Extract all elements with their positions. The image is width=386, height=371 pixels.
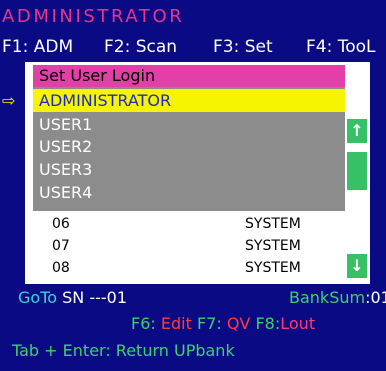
goto-sn-status: GoTo SN ---01	[18, 288, 127, 308]
row-type: SYSTEM	[245, 260, 301, 276]
f3-set-key[interactable]: F3: Set	[213, 36, 273, 58]
popup-item-user1[interactable]: USER1	[39, 115, 92, 135]
scroll-up-icon[interactable]: ↑	[347, 119, 367, 143]
banksum-value: :01	[365, 288, 386, 307]
f4-tool-key[interactable]: F4: TooL	[306, 36, 376, 58]
row-type: SYSTEM	[245, 216, 301, 232]
f6-key: F6:	[131, 314, 156, 333]
f7-qv-action[interactable]: QV	[227, 314, 251, 333]
f8-lout-action[interactable]: Lout	[280, 314, 315, 333]
screen-title: ADMINISTRATOR	[2, 6, 185, 27]
f2-scan-key[interactable]: F2: Scan	[104, 36, 177, 58]
popup-item-user2[interactable]: USER2	[39, 137, 92, 157]
scrollbar-thumb[interactable]	[347, 152, 367, 190]
row-number: 06	[52, 216, 70, 232]
popup-heading: Set User Login	[33, 65, 345, 87]
f7-key: F7:	[196, 314, 222, 333]
f1-adm-key[interactable]: F1: ADM	[2, 36, 73, 58]
function-actions: F6: Edit F7: QV F8:Lout	[131, 314, 315, 334]
popup-item-user3[interactable]: USER3	[39, 160, 92, 180]
f6-edit-action[interactable]: Edit	[161, 314, 192, 333]
banksum-status: BankSum:01	[289, 288, 386, 308]
pointer-arrow-icon: ⇨	[2, 91, 16, 110]
row-type: SYSTEM	[245, 238, 301, 254]
tab-enter-hint: Tab + Enter: Return UPbank	[12, 341, 235, 360]
sn-label: SN	[62, 288, 85, 307]
banksum-label: BankSum	[289, 288, 366, 307]
goto-label[interactable]: GoTo	[18, 288, 57, 307]
scroll-down-icon[interactable]: ↓	[347, 254, 367, 278]
f8-key: F8:	[255, 314, 281, 333]
row-number: 08	[52, 260, 70, 276]
row-number: 07	[52, 238, 70, 254]
popup-item-user4[interactable]: USER4	[39, 183, 92, 203]
sn-value: ---01	[89, 288, 128, 307]
popup-item-administrator[interactable]: ADMINISTRATOR	[33, 89, 345, 112]
